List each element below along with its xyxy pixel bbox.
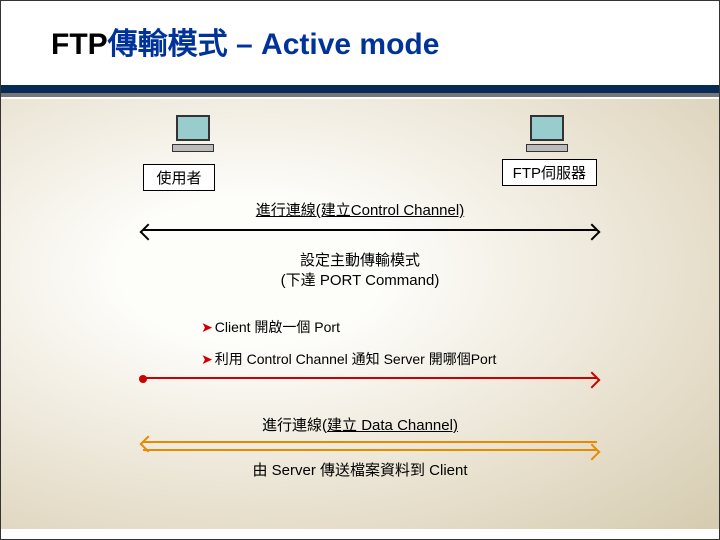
client-computer-icon	[171, 115, 215, 152]
bullet-1-text: Client 開啟一個 Port	[215, 319, 340, 335]
chevron-icon: ➤	[201, 351, 213, 367]
chevron-icon: ➤	[201, 319, 213, 335]
arrow-data-channel-to-client	[143, 441, 597, 443]
caption-data-channel: 進行連線(建立 Data Channel)	[1, 414, 719, 435]
diagram-stage: 使用者 FTP伺服器 進行連線(建立Control Channel) 設定主動傳…	[1, 99, 719, 529]
caption-control-channel-text: 進行連線(建立Control Channel)	[256, 202, 464, 219]
caption-set-active-l1: 設定主動傳輸模式	[300, 252, 420, 269]
bar-dark	[1, 85, 719, 93]
title-prefix: FTP	[51, 28, 108, 61]
caption-server-send: 由 Server 傳送檔案資料到 Client	[1, 459, 719, 480]
bullet-2-text: 利用 Control Channel 通知 Server 開哪個Port	[215, 351, 497, 367]
server-computer-icon	[525, 115, 569, 152]
slide-title: FTP傳輸模式 – Active mode	[1, 1, 719, 63]
arrow-notify-port	[143, 377, 597, 379]
bullet-client-opens-port: ➤Client 開啟一個 Port	[201, 317, 340, 337]
caption-set-active-l2: (下達 PORT Command)	[281, 272, 440, 289]
slide-frame: FTP傳輸模式 – Active mode 使用者 FTP伺服器 進行連線(建立…	[0, 0, 720, 540]
client-label: 使用者	[143, 164, 215, 191]
caption-data-channel-pre: 進行連線(	[262, 417, 327, 434]
title-suffix: – Active mode	[228, 28, 440, 61]
caption-set-active: 設定主動傳輸模式 (下達 PORT Command)	[1, 251, 719, 290]
bar-grey	[1, 93, 719, 97]
arrow-control-channel	[143, 229, 597, 231]
divider-bars	[1, 85, 719, 97]
server-label: FTP伺服器	[502, 159, 597, 186]
caption-control-channel: 進行連線(建立Control Channel)	[1, 199, 719, 220]
title-zh: 傳輸模式	[108, 28, 228, 61]
caption-data-channel-link: 建立 Data Channel)	[327, 417, 458, 434]
bullet-notify-server: ➤利用 Control Channel 通知 Server 開哪個Port	[201, 349, 496, 369]
arrow-data-channel-to-server	[143, 449, 597, 451]
